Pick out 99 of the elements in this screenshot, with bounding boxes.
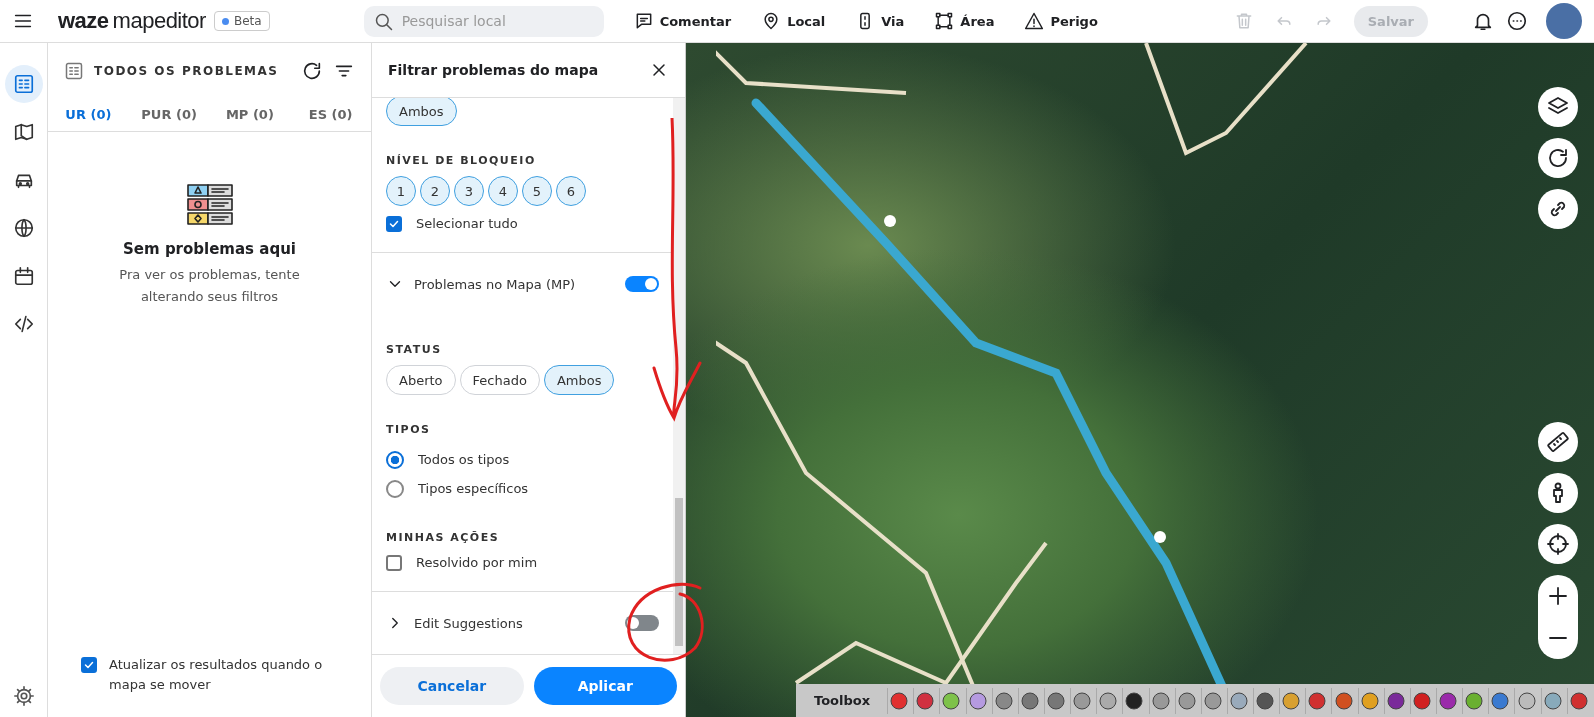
- tool-icon[interactable]: [1281, 690, 1302, 711]
- issues-list-drawing: [185, 183, 234, 226]
- tool-icon[interactable]: [967, 690, 988, 711]
- level-chip[interactable]: 4: [488, 176, 518, 206]
- tool-icon[interactable]: [1019, 690, 1040, 711]
- radio-label: Tipos específicos: [418, 481, 529, 496]
- toolbar-button[interactable]: Perigo: [1024, 11, 1098, 31]
- tool-icon[interactable]: [1490, 690, 1511, 711]
- checkbox[interactable]: [386, 216, 402, 232]
- tool-icon[interactable]: [1229, 690, 1249, 711]
- tool-icon[interactable]: [1333, 690, 1354, 711]
- tool-icon[interactable]: [1516, 690, 1537, 711]
- section-heading: MINHAS AÇÕES: [386, 531, 501, 545]
- apply-button[interactable]: Aplicar: [533, 667, 677, 705]
- tool-icon[interactable]: [1176, 690, 1197, 711]
- tool-icon[interactable]: [993, 690, 1014, 711]
- section-heading: NÍVEL DE BLOQUEIO: [386, 154, 537, 168]
- tool-icon[interactable]: [1568, 690, 1589, 711]
- section-heading: STATUS: [386, 343, 443, 357]
- tool-icon[interactable]: [1385, 690, 1406, 711]
- code-icon: [12, 313, 35, 335]
- tool-icon[interactable]: [941, 690, 962, 711]
- issue-tab[interactable]: MP (0): [209, 98, 291, 131]
- panel-title: TODOS OS PROBLEMAS: [94, 63, 279, 78]
- tool-icon[interactable]: [1542, 690, 1563, 711]
- checkbox-label: Resolvido por mim: [416, 554, 538, 570]
- toggle-switch[interactable]: [625, 615, 659, 631]
- toolbar-button[interactable]: Local: [761, 11, 826, 31]
- map-button[interactable]: [1538, 473, 1578, 513]
- tool-icon[interactable]: [1359, 690, 1380, 711]
- level-chip[interactable]: 3: [454, 176, 484, 206]
- minus-icon: [1549, 636, 1567, 640]
- tool-icon[interactable]: [1124, 690, 1145, 711]
- refresh-icon: [1546, 146, 1570, 170]
- warning-icon: [1024, 11, 1045, 31]
- tool-icon[interactable]: [1255, 690, 1276, 711]
- crosshair-icon: [1546, 532, 1570, 556]
- chat-icon[interactable]: [1506, 10, 1528, 32]
- ruler-icon: [1546, 430, 1570, 454]
- empty-title: Sem problemas aqui: [123, 240, 296, 258]
- level-chip[interactable]: 5: [522, 176, 552, 206]
- group-label: Problemas no Mapa (MP): [414, 276, 576, 292]
- list-icon: [12, 73, 35, 95]
- calendar-icon: [12, 265, 35, 287]
- plus-icon: [1549, 587, 1567, 605]
- tool-icon[interactable]: [889, 690, 910, 711]
- filter-chip[interactable]: Fechado: [459, 365, 540, 395]
- logo-text: waze: [58, 8, 109, 34]
- checkbox[interactable]: [81, 657, 97, 673]
- checkbox[interactable]: [386, 555, 402, 571]
- empty-text: Pra ver os problemas, tente alterando seus filtros: [118, 266, 301, 306]
- map-button[interactable]: [1538, 524, 1578, 564]
- tool-icon[interactable]: [1202, 690, 1223, 711]
- level-chip[interactable]: 6: [556, 176, 586, 206]
- polygon-icon: [934, 11, 955, 31]
- tool-icon[interactable]: [1307, 690, 1328, 711]
- tool-icon[interactable]: [1411, 690, 1432, 711]
- globe-icon: [12, 217, 35, 239]
- search-icon: [373, 11, 394, 32]
- toolbar-button[interactable]: Área: [934, 11, 995, 31]
- map-icon: [12, 121, 35, 143]
- tool-icon[interactable]: [1464, 690, 1485, 711]
- filter-chip[interactable]: Ambos: [543, 365, 615, 395]
- issue-tab[interactable]: UR (0): [48, 98, 129, 131]
- list-icon: [64, 60, 84, 81]
- filter-chip[interactable]: Aberto: [386, 365, 456, 395]
- level-chip[interactable]: 1: [386, 176, 416, 206]
- settings-icon[interactable]: [12, 685, 35, 707]
- toolbar-button[interactable]: Comentar: [633, 11, 732, 31]
- map-button[interactable]: [1538, 189, 1578, 229]
- radio-button[interactable]: [386, 479, 404, 498]
- toolbar-button[interactable]: Via: [855, 11, 905, 31]
- issue-tab[interactable]: ES (0): [290, 98, 371, 131]
- avatar[interactable]: [1546, 3, 1582, 39]
- section-heading: TIPOS: [386, 423, 432, 437]
- issue-tab[interactable]: PUR (0): [128, 98, 210, 131]
- tool-icon[interactable]: [1098, 690, 1119, 711]
- group-label: Edit Suggestions: [414, 615, 523, 631]
- filter-chip[interactable]: Ambos: [386, 98, 457, 126]
- tool-icon[interactable]: [1046, 690, 1066, 711]
- toolbox-title: Toolbox: [813, 693, 872, 708]
- tool-icon[interactable]: [1438, 690, 1459, 711]
- beta-badge: Beta: [213, 11, 270, 31]
- checkbox-label: Atualizar os resultados quando o mapa se mover: [109, 656, 324, 694]
- map-button[interactable]: [1538, 87, 1578, 127]
- tool-icon[interactable]: [915, 690, 936, 711]
- radio-label: Todos os tipos: [418, 452, 510, 467]
- search-field[interactable]: Pesquisar local: [363, 5, 604, 37]
- map-button[interactable]: [1538, 138, 1578, 178]
- map-button[interactable]: [1538, 422, 1578, 462]
- radio-button[interactable]: [386, 450, 404, 469]
- checkbox-label: Selecionar tudo: [416, 215, 518, 231]
- toggle-switch[interactable]: [625, 276, 659, 292]
- level-chip[interactable]: 2: [420, 176, 450, 206]
- logo-text: mapeditor: [112, 8, 206, 34]
- panel-title: Filtrar problemas do mapa: [388, 62, 599, 78]
- cancel-button[interactable]: Cancelar: [380, 667, 524, 705]
- tool-icon[interactable]: [1072, 690, 1093, 711]
- tool-icon[interactable]: [1150, 690, 1171, 711]
